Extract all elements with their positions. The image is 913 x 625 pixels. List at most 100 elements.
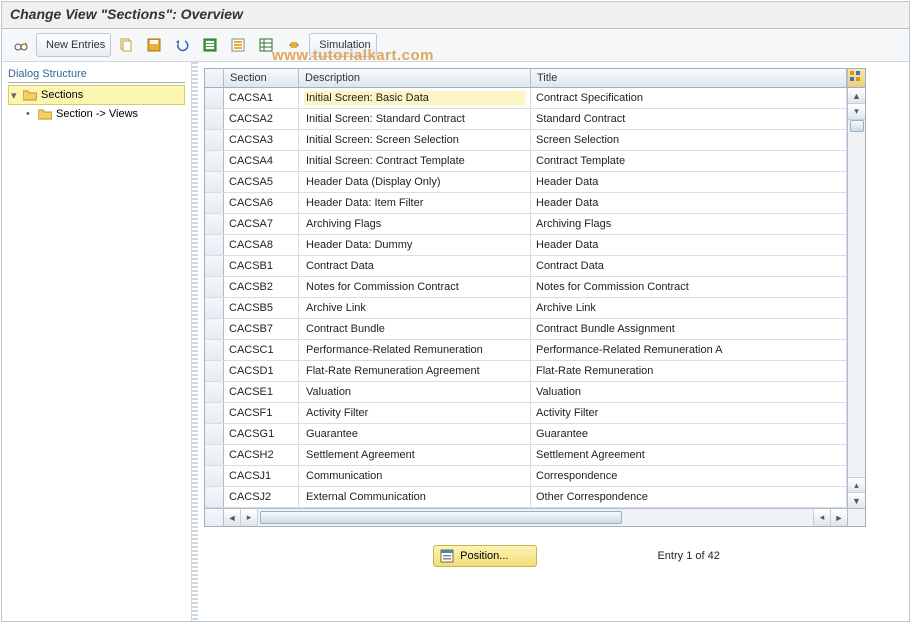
row-selector[interactable] bbox=[205, 424, 224, 444]
table-row[interactable]: CACSJ1Correspondence bbox=[205, 466, 847, 487]
description-input[interactable] bbox=[304, 343, 525, 357]
table-row[interactable]: CACSC1Performance-Related Remuneration A bbox=[205, 340, 847, 361]
table-row[interactable]: CACSA2Standard Contract bbox=[205, 109, 847, 130]
description-input[interactable] bbox=[304, 217, 525, 231]
cell-description[interactable] bbox=[299, 445, 531, 465]
cell-description[interactable] bbox=[299, 130, 531, 150]
row-selector[interactable] bbox=[205, 88, 224, 108]
description-input[interactable] bbox=[304, 301, 525, 315]
table-row[interactable]: CACSG1Guarantee bbox=[205, 424, 847, 445]
scroll-down-step-button[interactable]: ▴ bbox=[848, 477, 865, 493]
scroll-left-button[interactable]: ◄ bbox=[224, 509, 241, 526]
column-header-description[interactable]: Description bbox=[299, 69, 531, 87]
table-row[interactable]: CACSD1Flat-Rate Remuneration bbox=[205, 361, 847, 382]
table-row[interactable]: CACSB7Contract Bundle Assignment bbox=[205, 319, 847, 340]
table-row[interactable]: CACSA4Contract Template bbox=[205, 151, 847, 172]
cell-description[interactable] bbox=[299, 235, 531, 255]
table-row[interactable]: CACSA6Header Data bbox=[205, 193, 847, 214]
description-input[interactable] bbox=[304, 448, 525, 462]
row-selector[interactable] bbox=[205, 172, 224, 192]
horizontal-scrollbar[interactable]: ◄ ▸ ◂ ► bbox=[205, 508, 865, 526]
row-selector[interactable] bbox=[205, 466, 224, 486]
description-input[interactable] bbox=[304, 385, 525, 399]
description-input[interactable] bbox=[304, 133, 525, 147]
table-row[interactable]: CACSF1Activity Filter bbox=[205, 403, 847, 424]
description-input[interactable] bbox=[304, 154, 525, 168]
scroll-right-step-button[interactable]: ◂ bbox=[813, 509, 830, 526]
table-row[interactable]: CACSB1Contract Data bbox=[205, 256, 847, 277]
scroll-up-step-button[interactable]: ▾ bbox=[848, 104, 865, 120]
tree-node-sections[interactable]: ▾ Sections bbox=[8, 85, 185, 105]
table-row[interactable]: CACSH2Settlement Agreement bbox=[205, 445, 847, 466]
scroll-left-step-button[interactable]: ▸ bbox=[241, 509, 258, 526]
table-row[interactable]: CACSJ2Other Correspondence bbox=[205, 487, 847, 508]
cell-description[interactable] bbox=[299, 214, 531, 234]
table-row[interactable]: CACSB5Archive Link bbox=[205, 298, 847, 319]
position-button[interactable]: Position... bbox=[433, 545, 537, 567]
table-row[interactable]: CACSA7Archiving Flags bbox=[205, 214, 847, 235]
delimit-button[interactable] bbox=[253, 33, 279, 57]
scroll-right-button[interactable]: ► bbox=[830, 509, 847, 526]
table-row[interactable]: CACSA5Header Data bbox=[205, 172, 847, 193]
row-selector-header[interactable] bbox=[205, 69, 224, 87]
cell-description[interactable] bbox=[299, 88, 531, 108]
description-input[interactable] bbox=[304, 322, 525, 336]
column-header-title[interactable]: Title bbox=[531, 69, 847, 87]
column-header-section[interactable]: Section bbox=[224, 69, 299, 87]
row-selector[interactable] bbox=[205, 340, 224, 360]
vertical-scrollbar[interactable]: ▲ ▾ ▴ ▼ bbox=[847, 88, 865, 508]
deselect-all-button[interactable] bbox=[225, 33, 251, 57]
row-selector[interactable] bbox=[205, 109, 224, 129]
cell-description[interactable] bbox=[299, 151, 531, 171]
transport-button[interactable] bbox=[281, 33, 307, 57]
row-selector[interactable] bbox=[205, 151, 224, 171]
copy-button[interactable] bbox=[113, 33, 139, 57]
table-row[interactable]: CACSA3Screen Selection bbox=[205, 130, 847, 151]
tree-node-section-views[interactable]: • Section -> Views bbox=[8, 105, 185, 123]
toggle-view-button[interactable] bbox=[8, 33, 34, 57]
description-input[interactable] bbox=[304, 259, 525, 273]
row-selector[interactable] bbox=[205, 403, 224, 423]
row-selector[interactable] bbox=[205, 130, 224, 150]
cell-description[interactable] bbox=[299, 382, 531, 402]
row-selector[interactable] bbox=[205, 319, 224, 339]
scroll-thumb[interactable] bbox=[850, 120, 864, 132]
cell-description[interactable] bbox=[299, 256, 531, 276]
description-input[interactable] bbox=[304, 364, 525, 378]
row-selector[interactable] bbox=[205, 214, 224, 234]
cell-description[interactable] bbox=[299, 319, 531, 339]
table-row[interactable]: CACSA1Contract Specification bbox=[205, 88, 847, 109]
scroll-down-button[interactable]: ▼ bbox=[848, 492, 865, 508]
row-selector[interactable] bbox=[205, 256, 224, 276]
description-input[interactable] bbox=[304, 406, 525, 420]
row-selector[interactable] bbox=[205, 193, 224, 213]
cell-description[interactable] bbox=[299, 109, 531, 129]
cell-description[interactable] bbox=[299, 466, 531, 486]
table-row[interactable]: CACSA8Header Data bbox=[205, 235, 847, 256]
row-selector[interactable] bbox=[205, 235, 224, 255]
cell-description[interactable] bbox=[299, 193, 531, 213]
description-input[interactable] bbox=[304, 112, 525, 126]
cell-description[interactable] bbox=[299, 403, 531, 423]
table-row[interactable]: CACSE1Valuation bbox=[205, 382, 847, 403]
save-button[interactable] bbox=[141, 33, 167, 57]
description-input[interactable] bbox=[304, 469, 525, 483]
hscroll-thumb[interactable] bbox=[260, 511, 622, 524]
table-settings-button[interactable] bbox=[847, 69, 865, 87]
row-selector[interactable] bbox=[205, 382, 224, 402]
cell-description[interactable] bbox=[299, 424, 531, 444]
description-input[interactable] bbox=[304, 490, 525, 504]
row-selector[interactable] bbox=[205, 298, 224, 318]
row-selector[interactable] bbox=[205, 277, 224, 297]
cell-description[interactable] bbox=[299, 277, 531, 297]
new-entries-button[interactable]: New Entries bbox=[36, 33, 111, 57]
cell-description[interactable] bbox=[299, 487, 531, 507]
undo-button[interactable] bbox=[169, 33, 195, 57]
scroll-up-button[interactable]: ▲ bbox=[848, 88, 865, 104]
cell-description[interactable] bbox=[299, 340, 531, 360]
simulation-button[interactable]: Simulation bbox=[309, 33, 376, 57]
cell-description[interactable] bbox=[299, 298, 531, 318]
row-selector[interactable] bbox=[205, 487, 224, 507]
row-selector[interactable] bbox=[205, 361, 224, 381]
description-input[interactable] bbox=[304, 196, 525, 210]
